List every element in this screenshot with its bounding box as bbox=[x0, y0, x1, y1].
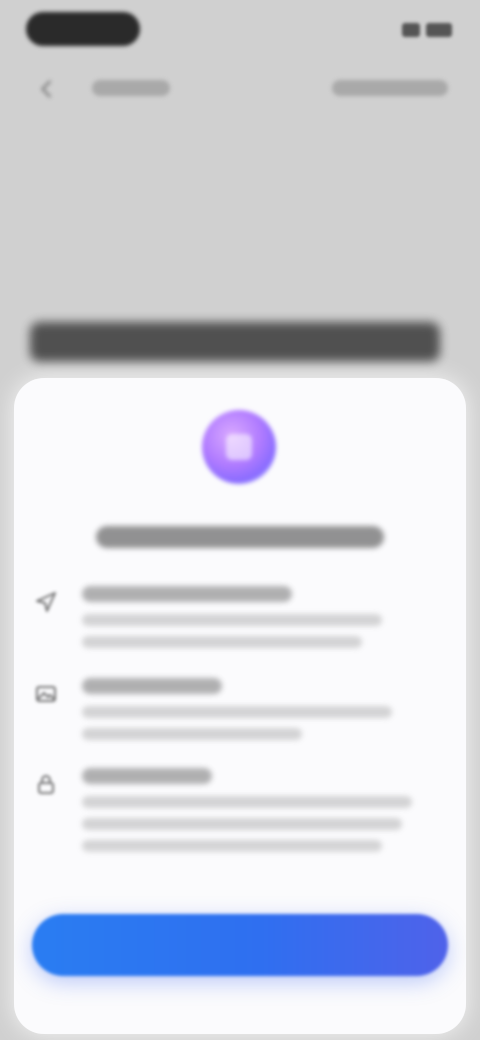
continue-button[interactable] bbox=[32, 914, 448, 976]
feature-description bbox=[82, 706, 392, 718]
signal-icon bbox=[402, 23, 420, 37]
image-icon bbox=[36, 686, 56, 702]
feature-item bbox=[34, 586, 444, 666]
feature-description bbox=[82, 818, 402, 830]
location-arrow-icon bbox=[36, 592, 56, 612]
feature-title bbox=[82, 586, 292, 602]
feature-description bbox=[82, 728, 302, 740]
bottom-sheet bbox=[14, 378, 466, 1034]
status-icons bbox=[396, 20, 452, 40]
sheet-title bbox=[96, 526, 384, 548]
lock-icon bbox=[38, 775, 54, 794]
feature-item bbox=[34, 678, 444, 758]
battery-icon bbox=[426, 23, 452, 37]
sparkle-icon bbox=[202, 410, 276, 484]
nav-bar bbox=[0, 70, 480, 106]
feature-title bbox=[82, 678, 222, 694]
chevron-left-icon[interactable] bbox=[36, 78, 58, 100]
nav-left-label[interactable] bbox=[92, 80, 170, 96]
feature-description bbox=[82, 796, 412, 808]
feature-title bbox=[82, 768, 212, 784]
status-pill bbox=[26, 12, 140, 46]
sheet-fade bbox=[14, 844, 466, 914]
nav-right-label[interactable] bbox=[332, 80, 448, 96]
sparkle-glyph bbox=[226, 434, 252, 460]
feature-description bbox=[82, 614, 382, 626]
background-headline bbox=[30, 322, 440, 362]
feature-description bbox=[82, 636, 362, 648]
